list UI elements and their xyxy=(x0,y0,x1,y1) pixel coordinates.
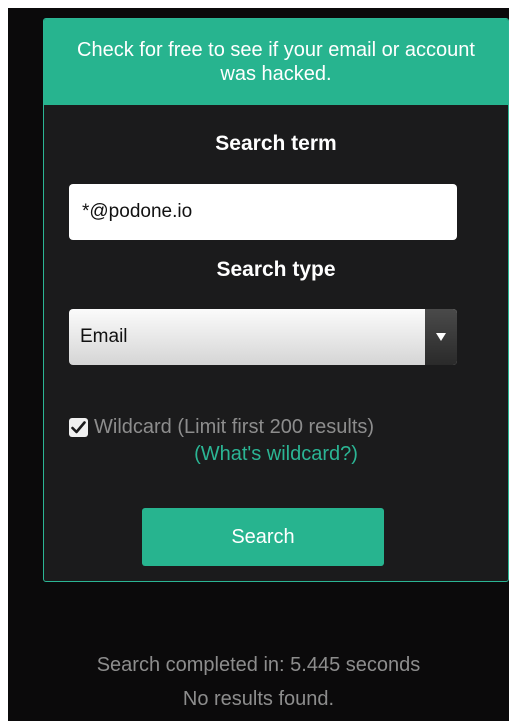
search-type-label: Search type xyxy=(216,258,336,281)
app-screen: Check for free to see if your email or a… xyxy=(8,8,509,721)
wildcard-option: Wildcard (Limit first 200 results) xyxy=(69,412,489,442)
wildcard-checkbox[interactable] xyxy=(69,417,88,437)
search-type-select[interactable]: Email xyxy=(69,309,457,365)
wildcard-label[interactable]: Wildcard (Limit first 200 results) xyxy=(94,416,374,439)
search-button[interactable]: Search xyxy=(142,508,384,566)
search-term-input[interactable]: *@podone.io xyxy=(69,184,457,240)
search-type-selected-value: Email xyxy=(80,326,128,347)
results-status-text: No results found. xyxy=(182,688,335,710)
search-card: Check for free to see if your email or a… xyxy=(43,18,509,582)
wildcard-help-link[interactable]: (What's wildcard?) xyxy=(44,443,508,466)
caret-down-icon[interactable] xyxy=(425,309,457,365)
search-time-text: Search completed in: 5.445 seconds xyxy=(96,654,421,676)
search-term-label: Search term xyxy=(215,132,337,155)
checkmark-icon xyxy=(71,420,86,433)
card-header: Check for free to see if your email or a… xyxy=(44,19,508,105)
